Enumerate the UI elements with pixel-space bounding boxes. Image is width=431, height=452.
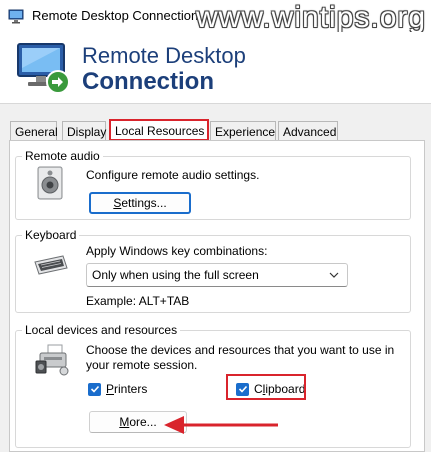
devices-icon — [35, 344, 69, 376]
keyboard-description: Apply Windows key combinations: — [86, 244, 268, 258]
remote-desktop-icon — [8, 9, 24, 24]
chevron-down-icon — [329, 272, 339, 278]
printers-label: rinters — [114, 382, 148, 396]
watermark: www.wintips.org — [196, 1, 427, 34]
printers-accelerator: P — [106, 382, 115, 396]
keyboard-icon — [34, 255, 68, 275]
banner-title-line2: Connection — [82, 68, 214, 95]
banner-title-line1: Remote Desktop — [82, 43, 246, 68]
tab-general[interactable]: General — [10, 121, 58, 141]
speaker-icon — [37, 166, 63, 200]
remote-audio-label: Remote audio — [22, 149, 103, 163]
arrow-left-icon — [164, 416, 278, 434]
settings-button-label: ettings... — [121, 196, 167, 210]
remote-desktop-logo-icon — [17, 43, 70, 94]
checkbox-checked-icon — [88, 382, 101, 396]
remote-audio-description: Configure remote audio settings. — [86, 168, 260, 182]
clipboard-label-prefix: C — [254, 382, 263, 396]
windows-key-selected-value: Only when using the full screen — [92, 268, 259, 282]
window-title: Remote Desktop Connection — [32, 8, 199, 23]
clipboard-checkbox[interactable]: Cl ipboard — [236, 382, 305, 396]
local-devices-label: Local devices and resources — [22, 323, 181, 337]
header-banner: Remote Desktop Connection — [0, 32, 431, 104]
local-devices-description-line1: Choose the devices and resources that yo… — [86, 343, 395, 357]
keyboard-group: Keyboard Apply Windows key combinations:… — [15, 228, 411, 313]
tab-advanced[interactable]: Advanced — [278, 121, 338, 141]
more-button-label: ore... — [129, 415, 157, 429]
tab-experience[interactable]: Experience — [210, 121, 276, 141]
windows-key-combinations-select[interactable]: Only when using the full screen — [86, 263, 348, 287]
remote-audio-group: Remote audio Configure remote audio sett… — [15, 149, 411, 220]
settings-button[interactable]: Settings... — [89, 192, 191, 214]
keyboard-example: Example: ALT+TAB — [86, 294, 190, 308]
title-bar[interactable]: Remote Desktop Connection www.wintips.or… — [0, 0, 431, 34]
tab-local-resources[interactable]: Local Resources — [109, 119, 209, 141]
clipboard-label: ipboard — [265, 382, 306, 396]
keyboard-label: Keyboard — [22, 228, 80, 242]
tab-display[interactable]: Display — [62, 121, 106, 141]
printers-checkbox[interactable]: Printers — [88, 382, 147, 396]
local-devices-description-line2: your remote session. — [86, 358, 198, 372]
checkbox-checked-icon — [236, 382, 249, 396]
more-button-accelerator: M — [119, 415, 130, 429]
